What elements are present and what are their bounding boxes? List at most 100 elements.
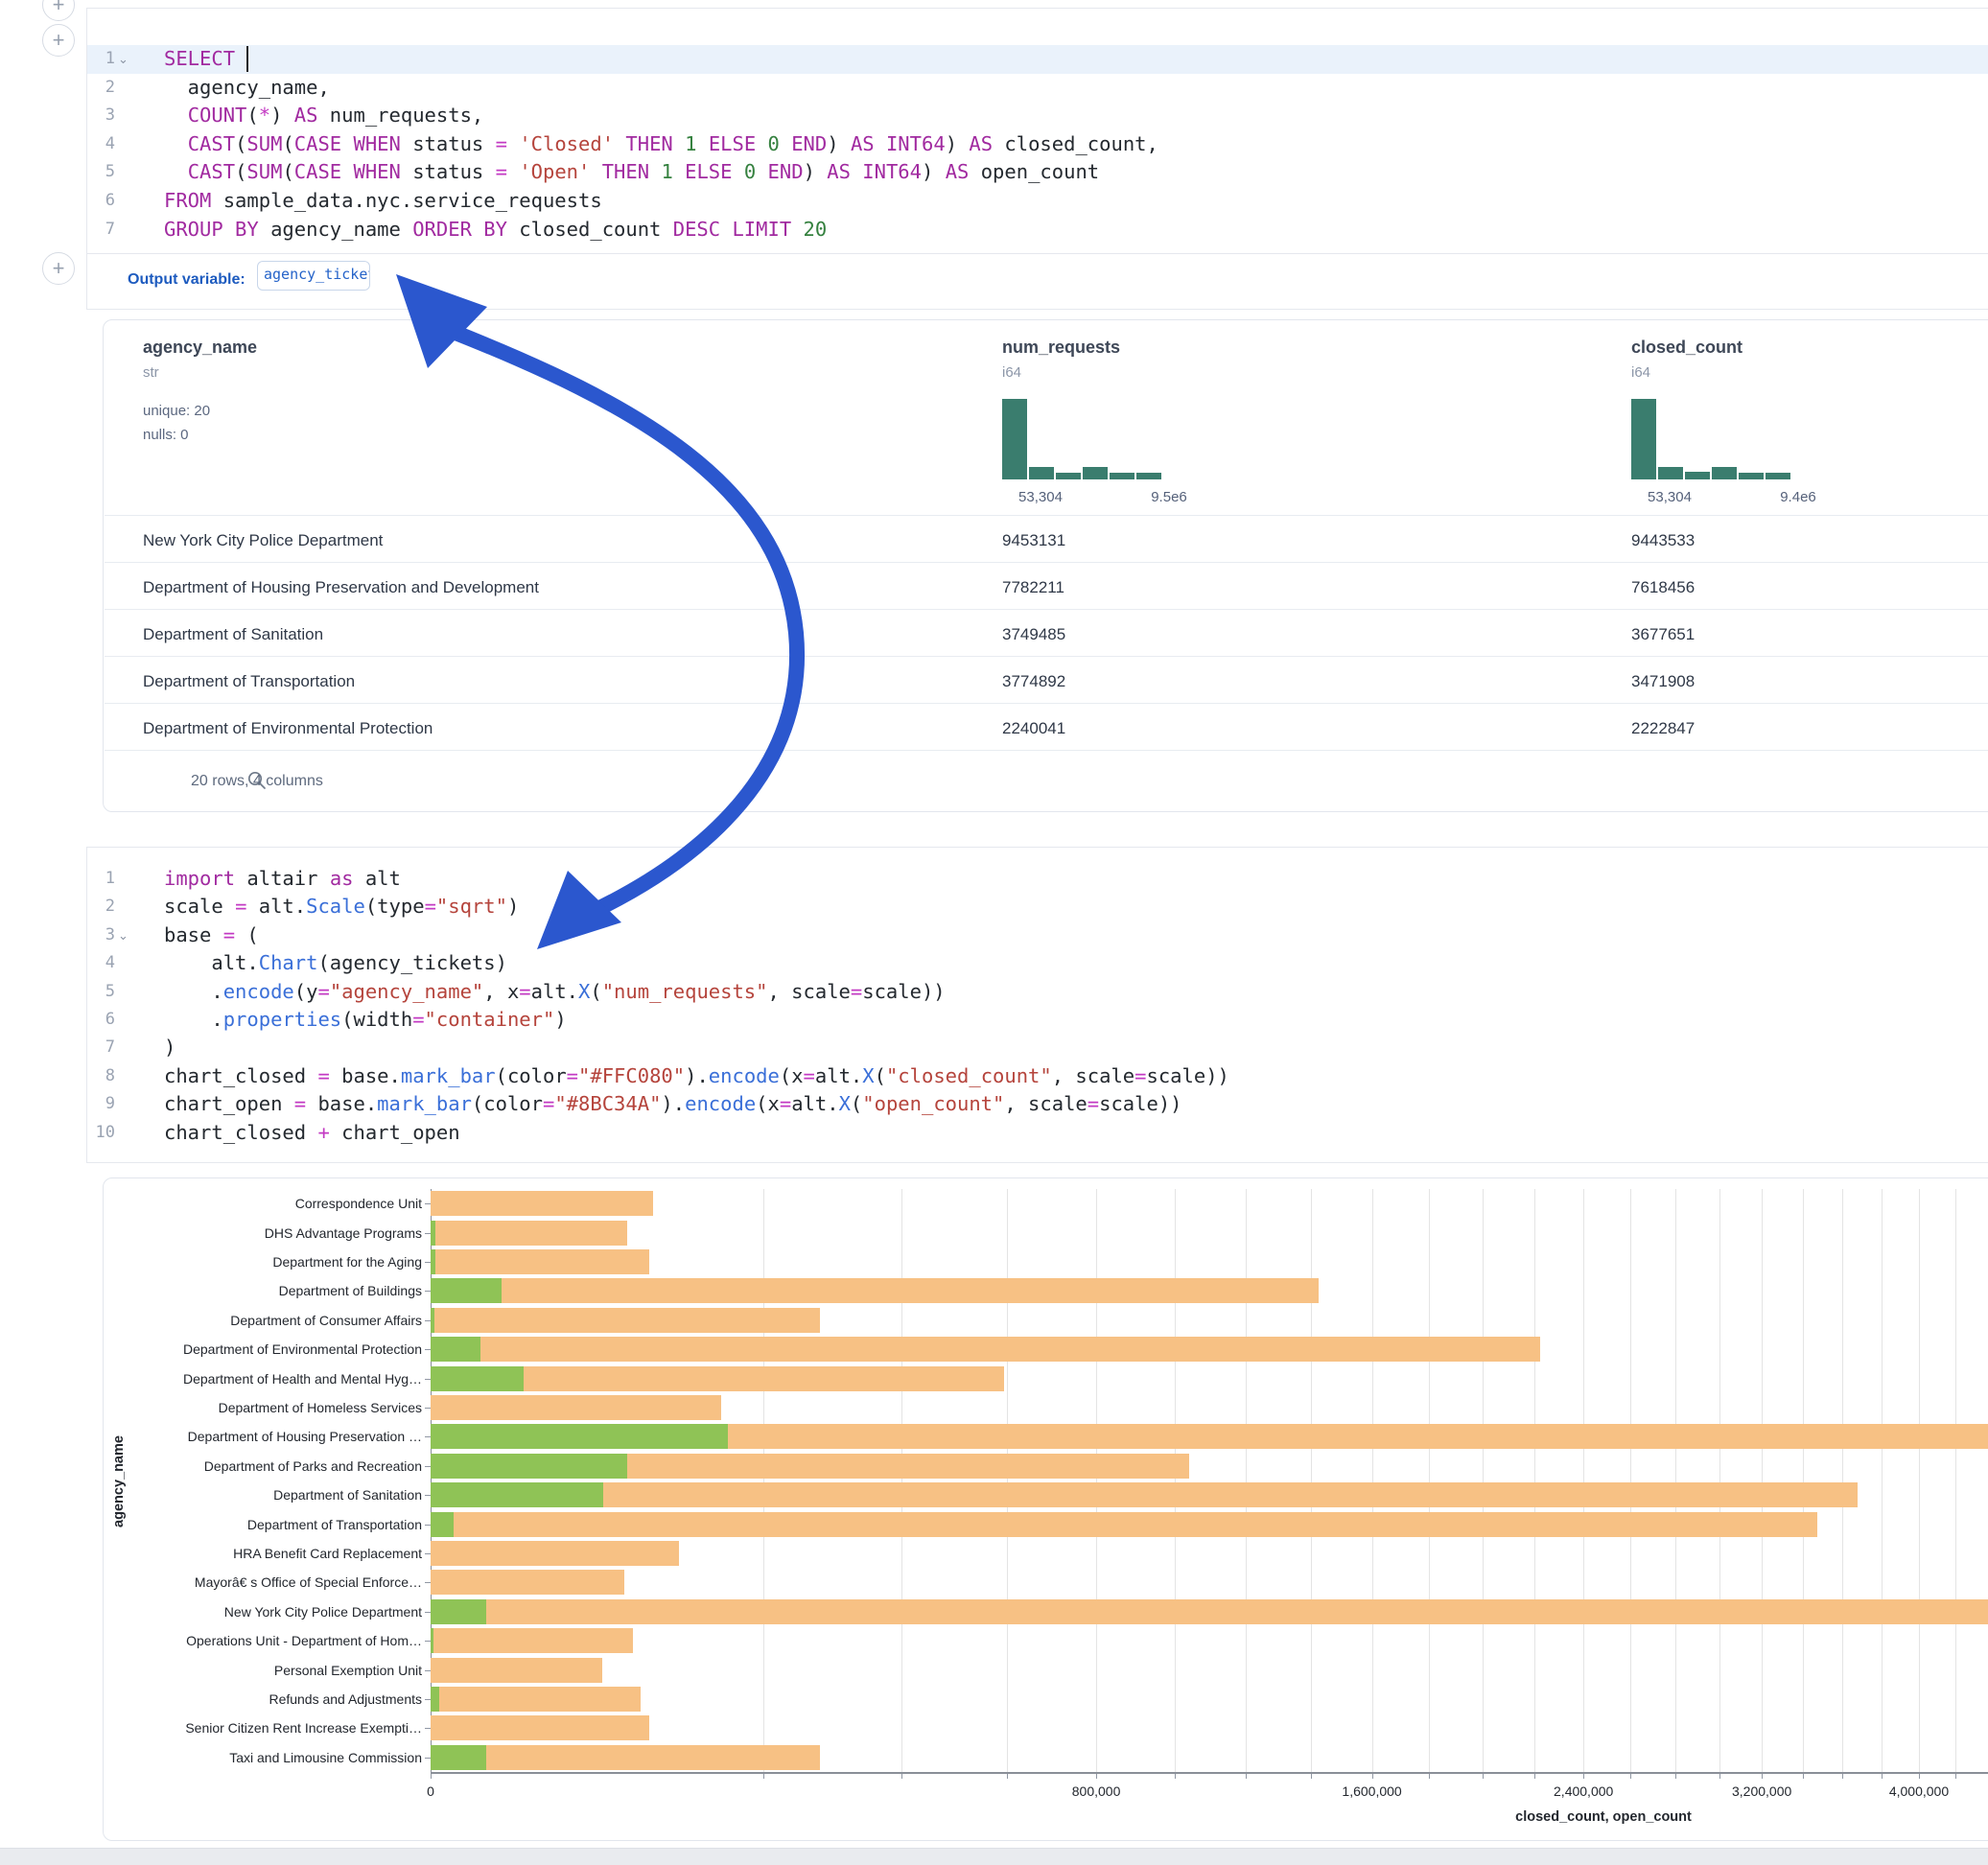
histogram-bar — [1029, 467, 1054, 479]
y-axis-label: Personal Exemption Unit — [134, 1663, 422, 1678]
add-cell-button-top[interactable]: + — [42, 0, 75, 21]
code-token: AS — [827, 160, 851, 183]
add-cell-button-sql[interactable]: + — [42, 24, 75, 57]
python-code-line[interactable]: chart_open = base.mark_bar(color="#8BC34… — [164, 1090, 1182, 1118]
sql-code-line[interactable]: CAST(SUM(CASE WHEN status = 'Open' THEN … — [164, 158, 1099, 186]
bar-open-count — [431, 1745, 486, 1770]
sql-code-line[interactable]: agency_name, — [164, 74, 330, 102]
python-code-line[interactable]: .properties(width="container") — [164, 1006, 567, 1034]
code-token: open_count — [969, 160, 1099, 183]
code-token: (width — [341, 1008, 412, 1031]
y-axis-label: Correspondence Unit — [134, 1196, 422, 1211]
table-cell-agency-name: Department of Environmental Protection — [143, 719, 433, 738]
bar-closed-count — [431, 1658, 602, 1683]
python-line-number: 2 — [81, 897, 115, 916]
python-code-line[interactable]: ) — [164, 1034, 175, 1061]
x-axis-tick — [1429, 1773, 1430, 1779]
histogram-min-label: 53,304 — [973, 489, 1108, 505]
code-token: = — [1088, 1092, 1099, 1115]
code-token: AS — [851, 132, 875, 155]
code-token: chart_open — [330, 1121, 460, 1144]
histogram-bar — [1002, 399, 1027, 479]
code-token: FROM — [164, 189, 211, 212]
column-header-closed_count[interactable]: closed_count — [1631, 338, 1742, 358]
sql-active-line-highlight — [87, 45, 1988, 74]
code-token: "container" — [425, 1008, 555, 1031]
x-axis-tick — [1246, 1773, 1247, 1779]
sql-code-line[interactable]: CAST(SUM(CASE WHEN status = 'Closed' THE… — [164, 130, 1158, 158]
table-cell-num-requests: 3774892 — [1002, 672, 1065, 691]
code-token: X — [578, 980, 590, 1003]
code-token: ORDER BY — [412, 218, 507, 241]
column-header-agency_name[interactable]: agency_name — [143, 338, 257, 358]
code-token: Scale — [306, 895, 365, 918]
code-token — [673, 160, 685, 183]
table-cell-num-requests: 9453131 — [1002, 531, 1065, 550]
bar-open-count — [431, 1249, 435, 1274]
sql-code-line[interactable]: GROUP BY agency_name ORDER BY closed_cou… — [164, 216, 827, 244]
code-token — [507, 160, 519, 183]
code-token: , scale — [1004, 1092, 1087, 1115]
code-token: AS — [294, 104, 318, 127]
code-token: (y — [294, 980, 318, 1003]
python-code-line[interactable]: .encode(y="agency_name", x=alt.X("num_re… — [164, 978, 946, 1006]
code-token — [720, 218, 732, 241]
code-token: 0 — [768, 132, 780, 155]
code-token: AS — [969, 132, 993, 155]
x-axis-tick — [1483, 1773, 1484, 1779]
sql-line-number: 1 — [81, 49, 115, 68]
code-token: ELSE — [685, 160, 732, 183]
python-fold-chevron-icon[interactable]: ⌄ — [118, 928, 129, 944]
bar-open-count — [431, 1454, 627, 1479]
histogram-bar — [1658, 467, 1683, 479]
output-variable-chip[interactable]: agency_tickets — [257, 261, 370, 291]
bar-open-count — [431, 1599, 486, 1624]
code-token — [341, 160, 353, 183]
sql-text-cursor — [246, 46, 248, 72]
x-axis-tick — [1803, 1773, 1804, 1779]
table-cell-agency-name: Department of Transportation — [143, 672, 355, 691]
code-token: , scale — [1052, 1064, 1134, 1087]
sql-line-number: 2 — [81, 78, 115, 97]
python-code-line[interactable]: chart_closed + chart_open — [164, 1119, 460, 1147]
sql-code-line[interactable]: FROM sample_data.nyc.service_requests — [164, 187, 602, 215]
x-axis-tick — [1372, 1773, 1373, 1779]
column-header-num_requests[interactable]: num_requests — [1002, 338, 1120, 358]
table-cell-num-requests: 3749485 — [1002, 625, 1065, 644]
sql-code-line[interactable]: SELECT — [164, 45, 246, 73]
add-cell-button-output[interactable]: + — [42, 252, 75, 285]
y-axis-label: Operations Unit - Department of Hom… — [134, 1633, 422, 1648]
row-separator — [105, 656, 1988, 657]
code-token: agency_name, — [164, 76, 330, 99]
column-stat: unique: 20 — [143, 403, 210, 419]
code-token: X — [862, 1064, 874, 1087]
code-token — [590, 160, 601, 183]
sql-line-number: 3 — [81, 105, 115, 125]
code-token: alt. — [531, 980, 578, 1003]
code-token: ) — [554, 1008, 566, 1031]
sql-code-line[interactable]: COUNT(*) AS num_requests, — [164, 102, 483, 129]
python-code-line[interactable]: base = ( — [164, 921, 259, 949]
python-code-line[interactable]: import altair as alt — [164, 865, 401, 893]
y-axis-label: Refunds and Adjustments — [134, 1691, 422, 1707]
python-code-line[interactable]: chart_closed = base.mark_bar(color="#FFC… — [164, 1062, 1229, 1090]
python-code-line[interactable]: scale = alt.Scale(type="sqrt") — [164, 893, 519, 921]
code-token: ELSE — [709, 132, 756, 155]
code-token: = — [425, 895, 436, 918]
code-token: ( — [851, 1092, 862, 1115]
code-token — [875, 132, 886, 155]
column-dtype: str — [143, 364, 159, 381]
x-axis-tick — [1175, 1773, 1176, 1779]
python-code-line[interactable]: alt.Chart(agency_tickets) — [164, 949, 507, 977]
code-token: = — [567, 1064, 578, 1087]
y-axis-label: New York City Police Department — [134, 1604, 422, 1620]
y-axis-label: Taxi and Limousine Commission — [134, 1750, 422, 1765]
x-axis-tick — [1630, 1773, 1631, 1779]
python-line-number: 1 — [81, 869, 115, 888]
code-token: base. — [330, 1064, 401, 1087]
x-axis-tick — [1675, 1773, 1676, 1779]
sql-fold-chevron-icon[interactable]: ⌄ — [118, 52, 129, 67]
code-token: "sqrt" — [436, 895, 507, 918]
histogram-bar — [1110, 473, 1134, 479]
code-token: = — [804, 1064, 815, 1087]
